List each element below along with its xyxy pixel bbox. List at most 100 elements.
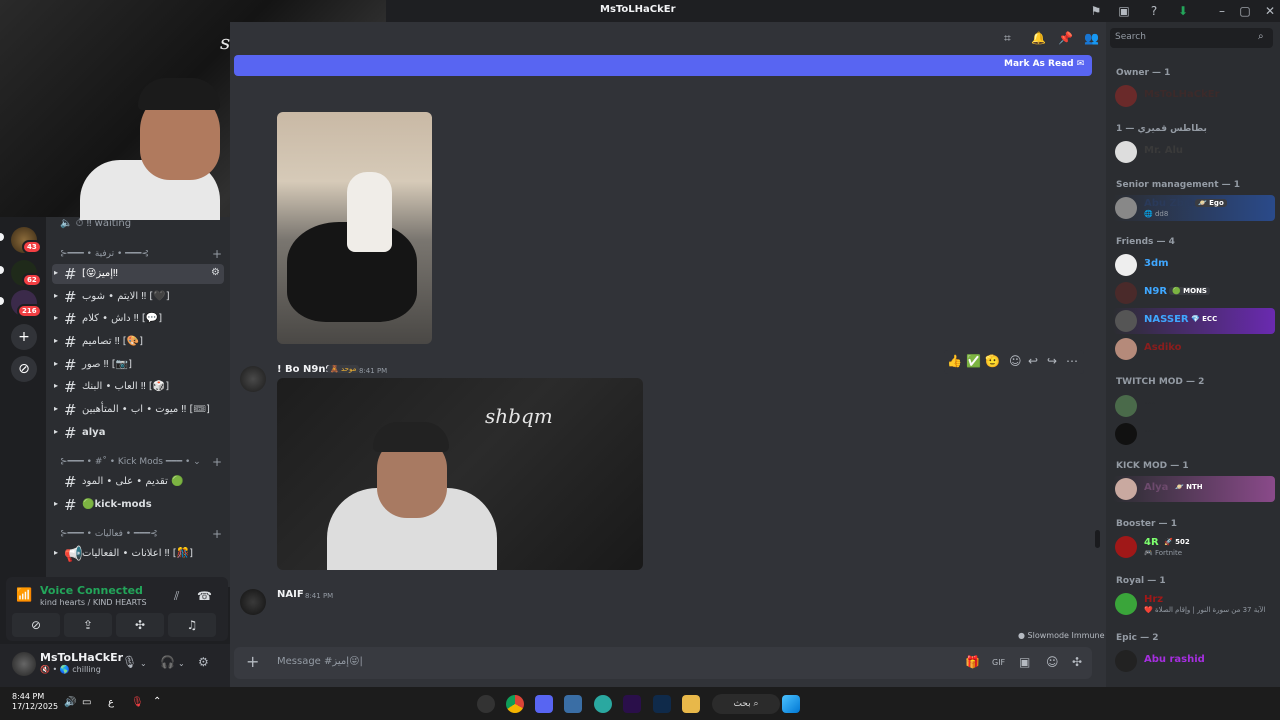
channel-item[interactable]: ▸ 📢 اعلانات • الفعاليات ‼ [🎊] <box>52 544 224 564</box>
chat-scrollbar[interactable] <box>1095 530 1100 548</box>
message-image-motorbike[interactable] <box>277 112 432 344</box>
member-item[interactable]: Asdiko <box>1113 336 1275 362</box>
avatar[interactable] <box>240 589 266 615</box>
new-messages-banner[interactable] <box>234 55 1092 76</box>
add-attachment-icon[interactable]: + <box>246 652 259 671</box>
window-app-icon[interactable] <box>564 695 582 713</box>
help-icon[interactable]: ? <box>1146 3 1162 19</box>
channel-item[interactable]: ▸ # تصاميم ‼ [🎨] <box>52 332 224 352</box>
voice-channel-name[interactable]: kind hearts / KIND HEARTS <box>40 598 147 607</box>
premiere-app-icon[interactable] <box>623 695 641 713</box>
members-icon[interactable]: 👥 <box>1084 31 1099 45</box>
check-icon[interactable]: ✅ <box>966 354 981 368</box>
voice-status[interactable]: Voice Connected <box>40 584 143 597</box>
member-item[interactable]: MsToLHaCkEr <box>1113 83 1275 109</box>
channel-item[interactable]: ▸ # alya <box>52 423 224 443</box>
add-channel-icon[interactable]: + <box>212 455 222 469</box>
headphones-icon[interactable]: 🎧 <box>160 655 175 669</box>
member-item[interactable]: NASSER 💎 ECC <box>1113 308 1275 334</box>
language-indicator[interactable]: ع <box>108 697 114 708</box>
obs-app-icon[interactable] <box>477 695 495 713</box>
edge-app-icon[interactable] <box>594 695 612 713</box>
channel-item[interactable]: ▸ # 🟢kick-mods <box>52 495 224 515</box>
gift-icon[interactable]: 🎁 <box>965 655 980 669</box>
category-header[interactable]: ⊱━━━ • فعاليات • ━━━⊰ + <box>60 527 228 543</box>
screenshare-button[interactable]: ⇪ <box>64 613 112 637</box>
maximize-icon[interactable]: ▢ <box>1237 3 1253 19</box>
category-header[interactable]: ⊱━━━ • ترفية • ━━━⊰ + <box>60 247 228 263</box>
chevron-down-icon[interactable]: ⌄ <box>178 659 185 668</box>
member-item[interactable]: Abu Zbrh 🪐 Ego 🌐 dd8 <box>1113 195 1275 221</box>
screen-icon[interactable]: ▣ <box>1116 3 1132 19</box>
add-channel-icon[interactable]: + <box>212 527 222 541</box>
apps-icon[interactable]: ✣ <box>1072 655 1082 669</box>
channel-item[interactable]: ▸ # [😜إميز‼ ⚙ <box>52 264 224 284</box>
bell-icon[interactable]: 🔔 <box>1031 31 1046 45</box>
thumbs-up-icon[interactable]: 👍 <box>947 354 962 368</box>
gif-icon[interactable]: GIF <box>992 658 1005 667</box>
username[interactable]: MsToLHaCkEr <box>40 651 123 664</box>
person-cap <box>373 422 449 452</box>
channel-item[interactable]: ▸ # الايتم • شوب ‼ [🖤] <box>52 287 224 307</box>
avatar[interactable] <box>240 366 266 392</box>
inbox-icon[interactable]: ⚑ <box>1088 3 1104 19</box>
mic-icon[interactable]: 🎙 <box>131 697 144 708</box>
reply-icon[interactable]: ↩ <box>1028 354 1038 368</box>
sticker-icon[interactable]: ▣ <box>1019 655 1030 669</box>
channel-item[interactable]: ▸ # صور ‼ [📷] <box>52 355 224 375</box>
chevron-down-icon[interactable]: ⌄ <box>140 659 147 668</box>
channel-item[interactable]: # تقديم • على • المود 🟢 <box>52 472 224 492</box>
clock[interactable]: 8:44 PM 17/12/2025 <box>12 692 58 712</box>
camera-button[interactable]: ⊘ <box>12 613 60 637</box>
add-channel-icon[interactable]: + <box>212 247 222 261</box>
discord-app-icon[interactable] <box>535 695 553 713</box>
taskbar-search[interactable]: بحث ⌕ <box>712 694 780 714</box>
member-item[interactable]: Hrz ❤️ الآية 37 من سورة النور | وإقام الص… <box>1113 591 1275 617</box>
volume-icon[interactable]: 🔊 <box>64 697 76 708</box>
add-server-icon[interactable]: + <box>11 324 37 350</box>
avatar <box>1115 593 1137 615</box>
member-item[interactable]: Abu rashid <box>1113 648 1275 674</box>
member-item[interactable]: 3dm <box>1113 252 1275 278</box>
forward-icon[interactable]: ↪ <box>1047 354 1057 368</box>
member-item[interactable]: Alya 🪐 NTH <box>1113 476 1275 502</box>
chevron-up-icon[interactable]: ⌃ <box>153 696 161 707</box>
activities-button[interactable]: ✣ <box>116 613 164 637</box>
threads-icon[interactable]: ⌗ <box>1004 31 1011 46</box>
member-item[interactable]: 4R 🚀 502 🎮 Fortnite <box>1113 534 1275 560</box>
minimize-icon[interactable]: – <box>1214 3 1230 19</box>
member-item[interactable]: ··· <box>1113 393 1275 419</box>
channel-item[interactable]: ▸ # ميوت • اب • المتأهبين ‼ [🎟] <box>52 400 224 420</box>
soundboard-button[interactable]: ♫ <box>168 613 216 637</box>
disconnect-icon[interactable]: ☎ <box>197 589 212 603</box>
avatar[interactable] <box>12 652 36 676</box>
explore-icon[interactable]: ⊘ <box>11 356 37 382</box>
category-header[interactable]: ⊱━━━ • #˚ • Kick Mods ━━━ • ⌄ + <box>60 455 228 471</box>
close-icon[interactable]: ✕ <box>1262 3 1278 19</box>
message-author[interactable]: NAIF <box>277 589 304 600</box>
add-reaction-icon[interactable]: ☺ <box>1009 354 1022 368</box>
channel-item[interactable]: ▸ # العاب • البنك ‼ [🎲] <box>52 377 224 397</box>
download-icon[interactable]: ⬇ <box>1175 3 1191 19</box>
mark-as-read-button[interactable]: Mark As Read ✉ <box>1004 59 1084 69</box>
explorer-app-icon[interactable] <box>682 695 700 713</box>
settings-icon[interactable]: ⚙ <box>198 655 209 669</box>
pin-icon[interactable]: 📌 <box>1058 31 1073 45</box>
settings-icon[interactable]: ⚙ <box>211 267 220 278</box>
member-item[interactable]: ··· <box>1113 421 1275 447</box>
member-item[interactable]: Mr. Alu <box>1113 139 1275 165</box>
emoji-icon[interactable]: ☺ <box>1046 655 1059 669</box>
message-image-stream[interactable]: shbqm <box>277 378 643 570</box>
channel-item[interactable]: ▸ # داش • كلام ‼ [💬] <box>52 309 224 329</box>
photoshop-app-icon[interactable] <box>653 695 671 713</box>
member-item[interactable]: N9R 🟢 MONS <box>1113 280 1275 306</box>
chrome-app-icon[interactable] <box>506 695 524 713</box>
more-icon[interactable]: ⋯ <box>1066 354 1078 368</box>
noise-suppression-icon[interactable]: ⫽ <box>174 589 179 604</box>
message-author[interactable]: ! Bo N9n9 <box>277 364 332 375</box>
mic-icon[interactable]: 🎙 <box>122 655 137 669</box>
network-icon[interactable]: ▭ <box>82 697 91 708</box>
emoji-icon[interactable]: 🫡 <box>985 354 1000 368</box>
start-button[interactable] <box>782 695 800 713</box>
message-input[interactable]: Message #إميز😜| <box>277 656 363 667</box>
